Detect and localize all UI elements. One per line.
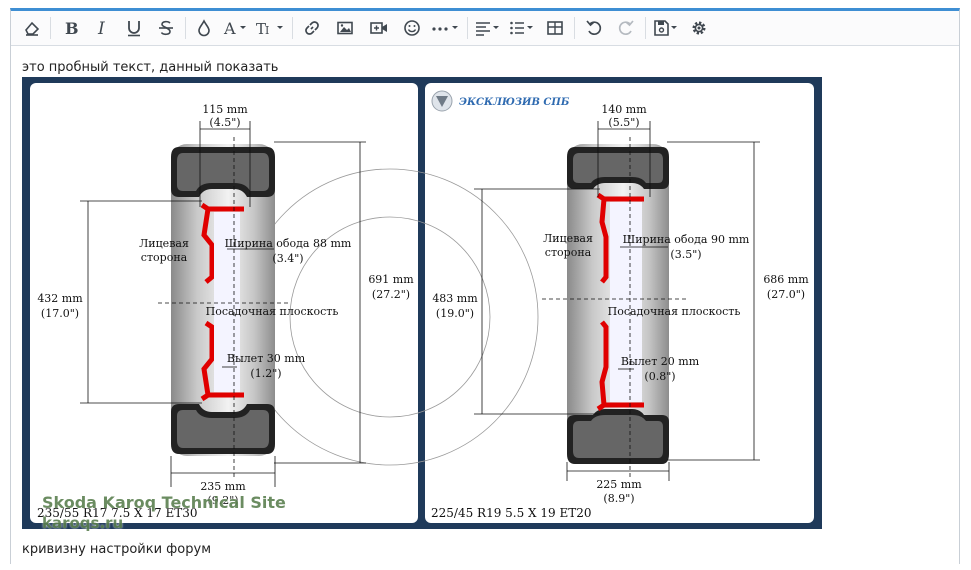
underline-button[interactable]	[118, 15, 150, 41]
align-left-icon	[476, 22, 499, 36]
left-overall-diam-in: (27.2")	[372, 288, 410, 301]
svg-text:I: I	[97, 19, 105, 37]
left-width-top: 115 mm	[202, 103, 248, 116]
text-height-icon: TI	[256, 20, 283, 37]
content-text-line: это пробный текст, данный показать	[22, 60, 279, 75]
underline-icon	[128, 21, 140, 37]
right-tire-width: 225 mm	[596, 478, 642, 491]
right-rim-diam: 483 mm	[432, 292, 478, 305]
left-offset-in: (1.2")	[250, 367, 281, 380]
right-overall-diam: 686 mm	[763, 273, 809, 286]
image-button[interactable]	[328, 15, 362, 41]
right-face-label-1: Лицевая	[543, 232, 593, 245]
ellipsis-icon	[432, 26, 458, 31]
right-tire-width-in: (8.9")	[603, 492, 634, 505]
more-button[interactable]	[428, 15, 464, 41]
strikethrough-button[interactable]	[150, 15, 182, 41]
left-overall-diam: 691 mm	[368, 273, 414, 286]
eraser-icon	[25, 21, 40, 36]
undo-button[interactable]	[578, 15, 610, 41]
left-seat-plane: Посадочная плоскость	[206, 305, 339, 318]
text-color-button[interactable]	[189, 15, 219, 41]
italic-icon: I	[97, 19, 105, 37]
watermark-url: karoqs.ru	[42, 514, 124, 532]
save-draft-button[interactable]	[649, 15, 683, 41]
gear-icon	[692, 21, 706, 35]
editor-content[interactable]: это пробный текст, данный показать ЭКСКЛ…	[11, 46, 959, 564]
list-icon	[510, 21, 533, 35]
font-icon: A	[223, 19, 246, 37]
right-rim-width: Ширина обода 90 mm	[623, 233, 750, 246]
wheel-comparison-image: ЭКСКЛЮЗИВ СПБ 115 mm (4.5") Ширина обода…	[22, 77, 822, 529]
toolbar-separator	[50, 17, 51, 39]
right-face-label-2: сторона	[545, 246, 592, 259]
settings-button[interactable]	[683, 15, 715, 41]
link-icon	[305, 21, 319, 35]
toolbar-separator	[574, 17, 575, 39]
svg-text:B: B	[65, 19, 79, 37]
right-offset: Вылет 20 mm	[621, 355, 700, 368]
toolbar-separator	[292, 17, 293, 39]
link-button[interactable]	[296, 15, 328, 41]
font-size-button[interactable]: TI	[253, 15, 289, 41]
right-seat-plane: Посадочная плоскость	[608, 305, 741, 318]
save-icon	[654, 20, 677, 36]
logo-text: ЭКСКЛЮЗИВ СПБ	[459, 97, 570, 108]
editor-frame: B I A TI это пробный текст, данный показ…	[10, 8, 960, 564]
right-wheel-drawing	[567, 144, 669, 464]
table-button[interactable]	[539, 15, 571, 41]
italic-button[interactable]: I	[86, 15, 118, 41]
left-rim-diam: 432 mm	[37, 292, 83, 305]
toolbar-separator	[185, 17, 186, 39]
font-family-button[interactable]: A	[219, 15, 253, 41]
left-rim-diam-in: (17.0")	[41, 307, 79, 320]
editor-toolbar: B I A TI	[11, 11, 959, 46]
droplet-icon	[198, 19, 210, 37]
left-rim-width-in: (3.4")	[272, 252, 303, 265]
toolbar-separator	[467, 17, 468, 39]
emoji-button[interactable]	[396, 15, 428, 41]
table-icon	[547, 21, 563, 35]
redo-icon	[618, 20, 634, 36]
clear-format-button[interactable]	[17, 15, 47, 41]
list-button[interactable]	[505, 15, 539, 41]
image-icon	[337, 21, 353, 35]
strikethrough-icon	[159, 20, 173, 36]
watermark: Skoda Karoq Technical Site karoqs.ru	[42, 493, 286, 532]
redo-button[interactable]	[610, 15, 642, 41]
video-button[interactable]	[362, 15, 396, 41]
smile-icon	[404, 20, 420, 36]
right-width-top-in: (5.5")	[608, 116, 639, 129]
left-offset: Вылет 30 mm	[227, 352, 306, 365]
left-width-top-in: (4.5")	[209, 116, 240, 129]
bold-icon: B	[65, 19, 79, 37]
toolbar-separator	[645, 17, 646, 39]
right-rim-width-in: (3.5")	[670, 248, 701, 261]
bold-button[interactable]: B	[54, 15, 86, 41]
left-face-label-2: сторона	[141, 251, 188, 264]
left-wheel-drawing	[171, 144, 275, 456]
video-icon	[370, 22, 387, 34]
right-spec: 225/45 R19 5.5 X 19 ET20	[431, 506, 592, 520]
svg-text:A: A	[223, 19, 236, 37]
right-offset-in: (0.8")	[644, 370, 675, 383]
left-rim-width: Ширина обода 88 mm	[225, 237, 352, 250]
right-width-top: 140 mm	[601, 103, 647, 116]
align-button[interactable]	[471, 15, 505, 41]
content-text-line: кривизну настройки форум	[22, 542, 211, 557]
undo-icon	[586, 20, 602, 36]
left-face-label-1: Лицевая	[139, 237, 189, 250]
right-overall-diam-in: (27.0")	[767, 288, 805, 301]
svg-text:I: I	[265, 24, 269, 37]
right-rim-diam-in: (19.0")	[436, 307, 474, 320]
left-tire-width: 235 mm	[200, 480, 246, 493]
watermark-title: Skoda Karoq Technical Site	[42, 493, 286, 512]
